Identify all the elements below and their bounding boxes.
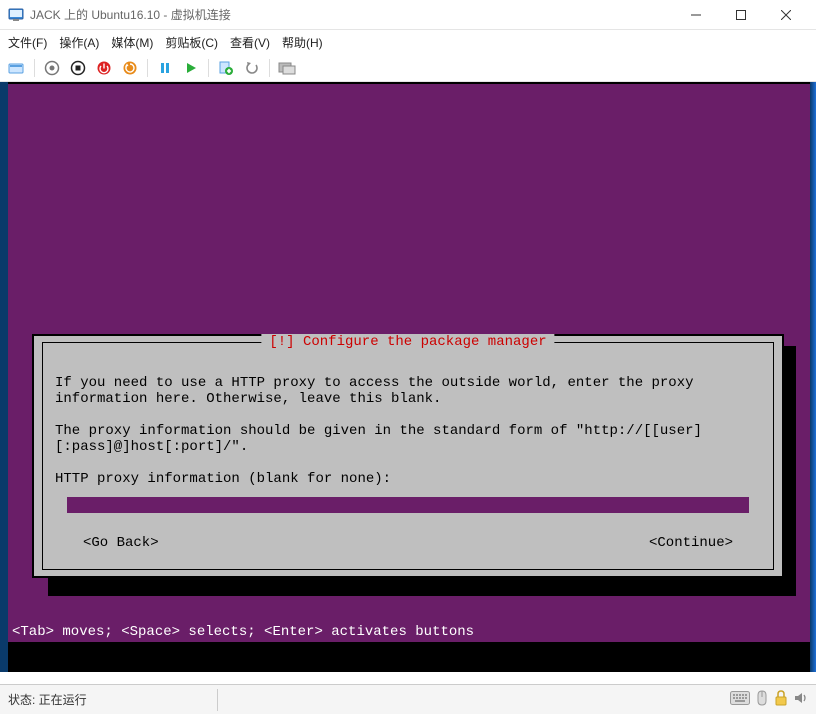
stop-button[interactable] [67,57,89,79]
menubar: 文件(F) 操作(A) 媒体(M) 剪贴板(C) 查看(V) 帮助(H) [0,30,816,54]
menu-media[interactable]: 媒体(M) [111,34,153,51]
window-title: JACK 上的 Ubuntu16.10 - 虚拟机连接 [30,6,673,23]
toolbar-separator [34,59,35,77]
status-text: 状态: 正在运行 [8,691,87,708]
http-proxy-input[interactable] [67,497,749,513]
statusbar: 状态: 正在运行 [0,684,816,714]
start-button[interactable] [41,57,63,79]
dialog-body: If you need to use a HTTP proxy to acces… [55,359,761,559]
installer-hint: <Tab> moves; <Space> selects; <Enter> ac… [8,624,810,642]
keyboard-icon [730,691,750,708]
dialog-prompt: HTTP proxy information (blank for none): [55,471,391,487]
guest-desktop: [!] Configure the package manager If you… [8,84,810,642]
menu-view[interactable]: 查看(V) [230,34,270,51]
mouse-icon [756,690,768,709]
status-separator [217,689,218,711]
toolbar [0,54,816,82]
installer-dialog: [!] Configure the package manager If you… [32,334,784,578]
app-icon [8,7,24,23]
dialog-frame: [!] Configure the package manager If you… [42,342,774,570]
revert-button[interactable] [241,57,263,79]
continue-button[interactable]: <Continue> [649,535,733,551]
titlebar: JACK 上的 Ubuntu16.10 - 虚拟机连接 [0,0,816,30]
menu-action[interactable]: 操作(A) [59,34,99,51]
dialog-title: [!] Configure the package manager [261,334,554,350]
window-controls [673,0,808,29]
go-back-button[interactable]: <Go Back> [83,535,159,551]
pause-button[interactable] [154,57,176,79]
host-desktop-edge-left [0,82,8,672]
play-button[interactable] [180,57,202,79]
reset-button[interactable] [119,57,141,79]
host-desktop-edge-right [810,82,816,672]
speaker-icon [794,691,808,708]
toolbar-separator [208,59,209,77]
enhanced-session-button[interactable] [276,57,298,79]
menu-file[interactable]: 文件(F) [8,34,47,51]
toolbar-separator [147,59,148,77]
checkpoint-button[interactable] [215,57,237,79]
guest-display[interactable]: [!] Configure the package manager If you… [0,82,816,672]
maximize-button[interactable] [718,0,763,29]
shutdown-button[interactable] [93,57,115,79]
dialog-nav: <Go Back> <Continue> [83,535,733,551]
dialog-text-1: If you need to use a HTTP proxy to acces… [55,375,702,407]
lock-icon [774,690,788,709]
status-icons [730,690,808,709]
menu-help[interactable]: 帮助(H) [282,34,323,51]
menu-clipboard[interactable]: 剪贴板(C) [165,34,218,51]
hint-text: <Tab> moves; <Space> selects; <Enter> ac… [12,624,474,640]
ctrl-alt-del-button[interactable] [6,57,28,79]
toolbar-separator [269,59,270,77]
dialog-text-2: The proxy information should be given in… [55,423,702,455]
minimize-button[interactable] [673,0,718,29]
close-button[interactable] [763,0,808,29]
